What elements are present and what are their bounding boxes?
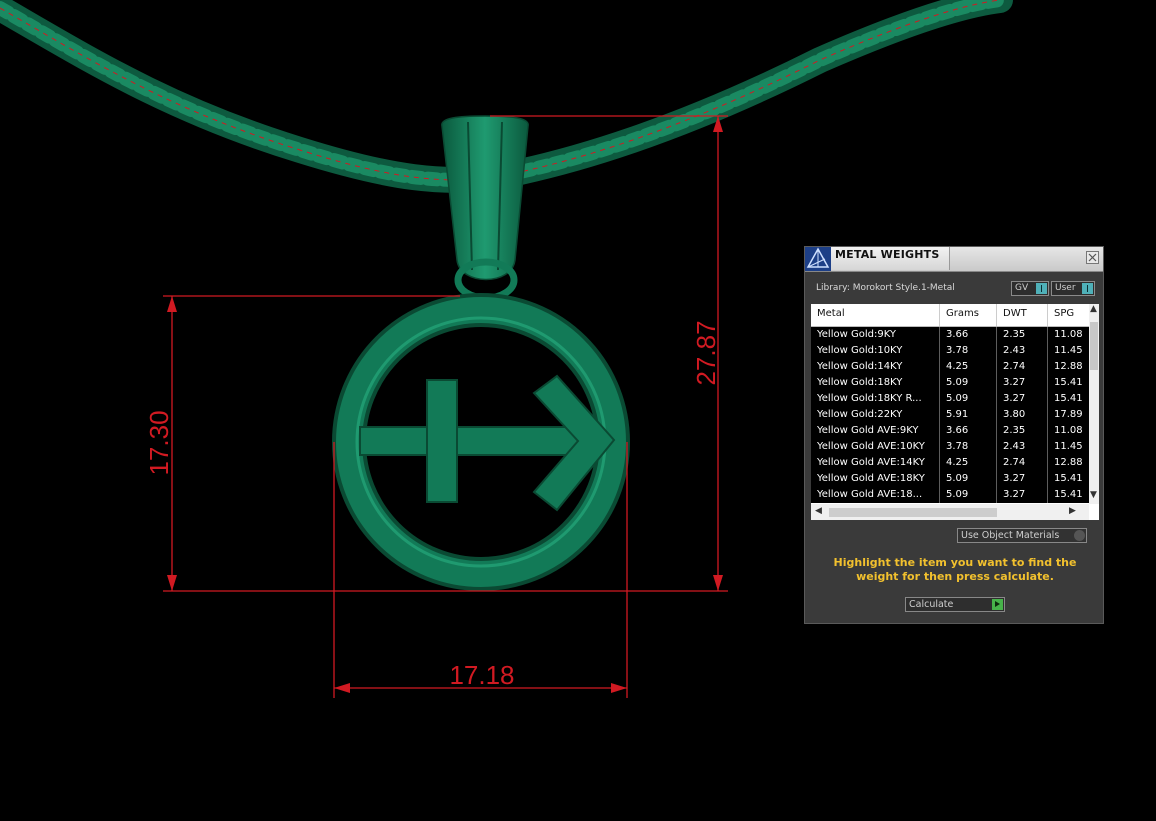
table-body: Yellow Gold:9KY 3.66 2.35 11.08 Yellow Gold:… [811, 327, 1089, 503]
column-header-grams[interactable]: Grams [946, 308, 979, 319]
cell-dwt: 3.27 [1003, 473, 1026, 484]
toggle-switch-icon [1036, 283, 1047, 294]
cell-grams: 5.09 [946, 489, 969, 500]
table-row[interactable]: Yellow Gold:10KY 3.78 2.43 11.45 [811, 343, 1089, 359]
cell-grams: 5.09 [946, 393, 969, 404]
cell-dwt: 2.35 [1003, 425, 1026, 436]
width-dimension-label: 17.18 [449, 660, 514, 690]
column-header-spg[interactable]: SPG [1054, 308, 1074, 319]
cell-spg: 11.45 [1054, 345, 1083, 356]
user-toggle[interactable]: User [1051, 281, 1095, 296]
table-row[interactable]: Yellow Gold AVE:14KY 4.25 2.74 12.88 [811, 455, 1089, 471]
use-object-materials-button[interactable]: Use Object Materials [957, 528, 1087, 543]
cell-dwt: 2.35 [1003, 329, 1026, 340]
sagittarius-symbol [359, 374, 616, 512]
panel-titlebar[interactable]: METAL WEIGHTS [805, 247, 1103, 272]
scroll-left-icon[interactable]: ◀ [815, 506, 822, 516]
column-header-metal[interactable]: Metal [817, 308, 845, 319]
scroll-right-icon[interactable]: ▶ [1069, 506, 1076, 516]
cell-spg: 15.41 [1054, 393, 1083, 404]
metal-table: Metal Grams DWT SPG Yellow Gold:9KY 3.66 2… [811, 304, 1099, 520]
cell-grams: 3.66 [946, 425, 969, 436]
table-row[interactable]: Yellow Gold:22KY 5.91 3.80 17.89 [811, 407, 1089, 423]
column-header-dwt[interactable]: DWT [1003, 308, 1027, 319]
option-circle-icon [1074, 530, 1085, 541]
metal-weights-panel: METAL WEIGHTS Library: Morokort Style.1-… [804, 246, 1104, 624]
table-header: Metal Grams DWT SPG [811, 304, 1089, 327]
cell-dwt: 3.80 [1003, 409, 1026, 420]
cell-spg: 17.89 [1054, 409, 1083, 420]
cell-dwt: 3.27 [1003, 393, 1026, 404]
cell-grams: 5.09 [946, 473, 969, 484]
cell-spg: 11.45 [1054, 441, 1083, 452]
horizontal-scroll-thumb[interactable] [829, 508, 997, 517]
vertical-scroll-thumb[interactable] [1090, 322, 1098, 370]
cell-grams: 3.66 [946, 329, 969, 340]
cell-dwt: 3.27 [1003, 377, 1026, 388]
instruction-text: Highlight the item you want to find the … [833, 556, 1077, 583]
table-row[interactable]: Yellow Gold AVE:18... 5.09 3.27 15.41 [811, 487, 1089, 503]
cell-spg: 15.41 [1054, 489, 1083, 500]
cell-grams: 5.09 [946, 377, 969, 388]
gv-toggle-label: GV [1015, 283, 1029, 293]
table-row[interactable]: Yellow Gold:18KY 5.09 3.27 15.41 [811, 375, 1089, 391]
library-label: Library: Morokort Style.1-Metal [816, 283, 955, 293]
cell-dwt: 2.43 [1003, 441, 1026, 452]
cell-dwt: 2.43 [1003, 345, 1026, 356]
pendant-bail [441, 115, 529, 302]
table-row[interactable]: Yellow Gold:14KY 4.25 2.74 12.88 [811, 359, 1089, 375]
height-dimension-label: 17.30 [144, 410, 174, 475]
cell-metal: Yellow Gold:10KY [817, 345, 903, 356]
cell-metal: Yellow Gold AVE:9KY [817, 425, 919, 436]
cell-grams: 3.78 [946, 441, 969, 452]
gv-toggle[interactable]: GV [1011, 281, 1049, 296]
cell-metal: Yellow Gold AVE:10KY [817, 441, 925, 452]
cell-spg: 12.88 [1054, 361, 1083, 372]
app-logo-icon [805, 247, 831, 271]
vertical-scrollbar[interactable]: ▲ ▼ [1089, 304, 1099, 504]
cell-dwt: 2.74 [1003, 361, 1026, 372]
horizontal-scrollbar[interactable]: ◀ ▶ [811, 504, 1089, 520]
close-button[interactable] [1086, 251, 1099, 264]
table-row[interactable]: Yellow Gold AVE:9KY 3.66 2.35 11.08 [811, 423, 1089, 439]
cell-dwt: 2.74 [1003, 457, 1026, 468]
table-row[interactable]: Yellow Gold AVE:10KY 3.78 2.43 11.45 [811, 439, 1089, 455]
cell-spg: 12.88 [1054, 457, 1083, 468]
play-icon [992, 599, 1003, 610]
cell-grams: 3.78 [946, 345, 969, 356]
cell-spg: 15.41 [1054, 377, 1083, 388]
cell-metal: Yellow Gold AVE:18KY [817, 473, 925, 484]
cell-metal: Yellow Gold:14KY [817, 361, 903, 372]
scroll-up-icon[interactable]: ▲ [1090, 304, 1097, 314]
cell-metal: Yellow Gold AVE:14KY [817, 457, 925, 468]
cell-grams: 4.25 [946, 457, 969, 468]
panel-title: METAL WEIGHTS [835, 248, 940, 261]
cell-dwt: 3.27 [1003, 489, 1026, 500]
calculate-button[interactable]: Calculate [905, 597, 1005, 612]
toggle-switch-icon [1082, 283, 1093, 294]
cell-metal: Yellow Gold:22KY [817, 409, 903, 420]
cell-grams: 4.25 [946, 361, 969, 372]
user-toggle-label: User [1055, 283, 1076, 293]
total-height-dimension-label: 27.87 [691, 320, 721, 385]
close-icon [1088, 253, 1097, 262]
scroll-down-icon[interactable]: ▼ [1090, 490, 1097, 500]
table-row[interactable]: Yellow Gold AVE:18KY 5.09 3.27 15.41 [811, 471, 1089, 487]
cell-spg: 11.08 [1054, 425, 1083, 436]
table-row[interactable]: Yellow Gold:9KY 3.66 2.35 11.08 [811, 327, 1089, 343]
cell-metal: Yellow Gold:18KY R... [817, 393, 922, 404]
cell-metal: Yellow Gold AVE:18... [817, 489, 923, 500]
cell-metal: Yellow Gold:18KY [817, 377, 903, 388]
cell-spg: 11.08 [1054, 329, 1083, 340]
calculate-label: Calculate [909, 599, 954, 610]
cell-metal: Yellow Gold:9KY [817, 329, 896, 340]
cell-grams: 5.91 [946, 409, 969, 420]
cell-spg: 15.41 [1054, 473, 1083, 484]
use-object-materials-label: Use Object Materials [961, 530, 1060, 541]
table-row[interactable]: Yellow Gold:18KY R... 5.09 3.27 15.41 [811, 391, 1089, 407]
